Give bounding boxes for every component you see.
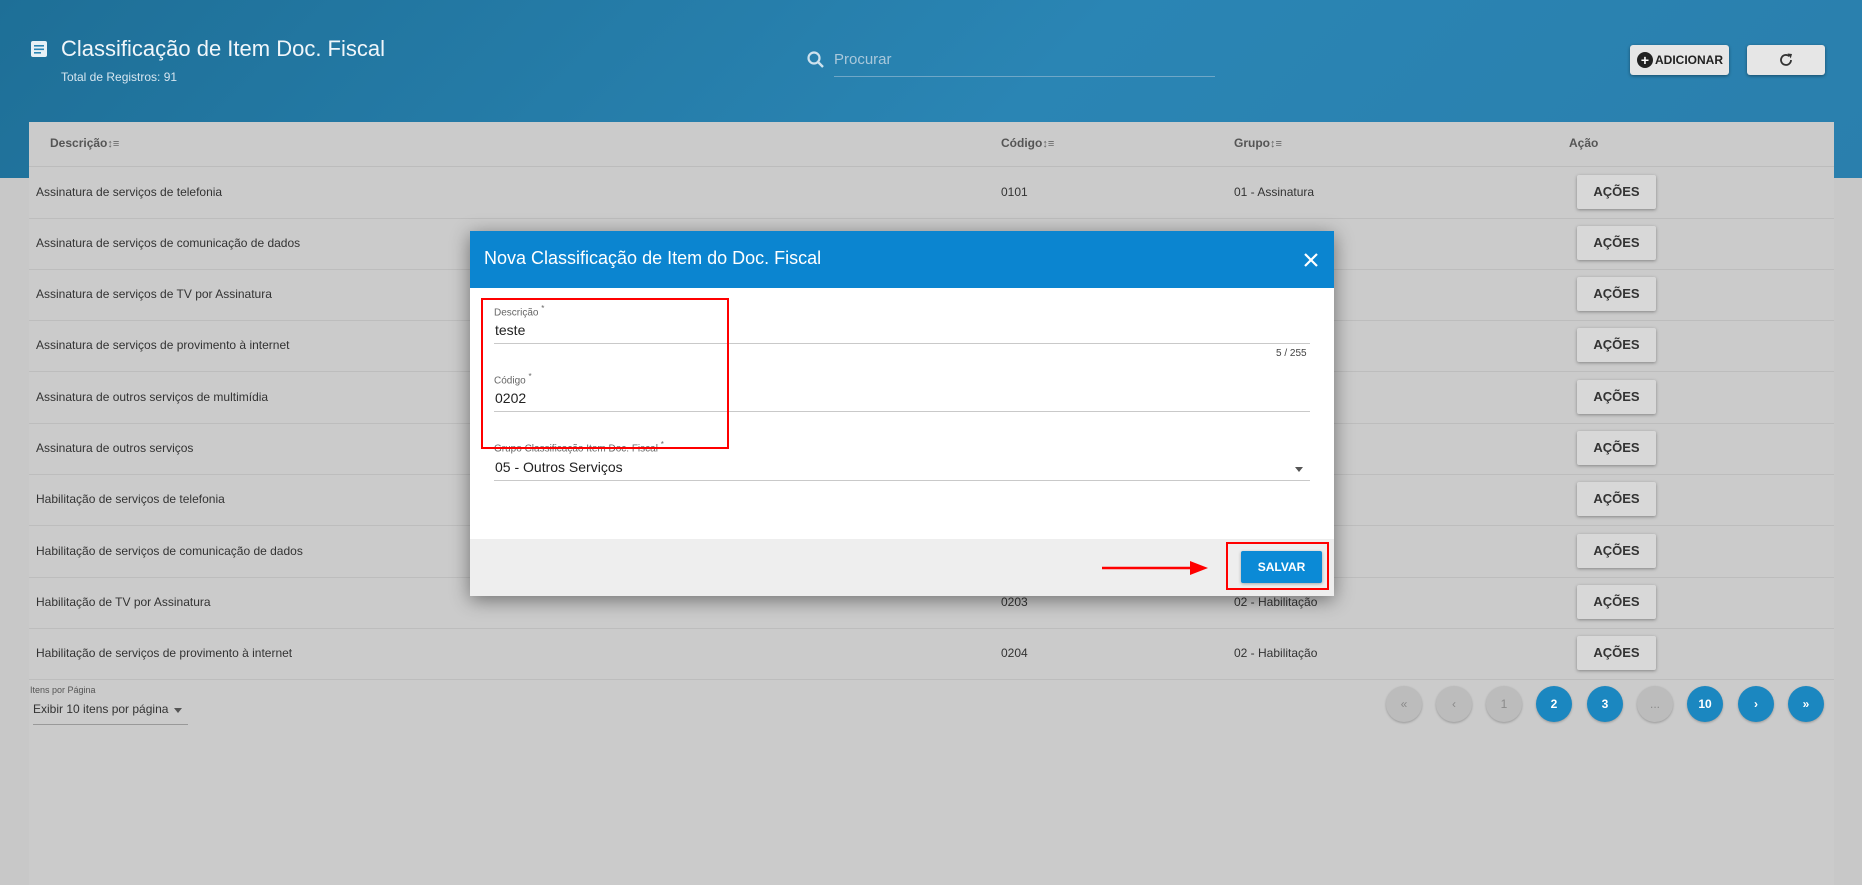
close-icon[interactable]	[1304, 253, 1318, 267]
add-button[interactable]: + ADICIONAR	[1630, 45, 1729, 75]
acoes-button[interactable]: AÇÕES	[1577, 431, 1656, 465]
acoes-button[interactable]: AÇÕES	[1577, 175, 1656, 209]
new-item-dialog: Nova Classificação de Item do Doc. Fisca…	[470, 231, 1334, 596]
sort-icon: ↕≡	[1042, 138, 1055, 150]
refresh-icon	[1780, 53, 1792, 66]
grupo-select[interactable]: 05 - Outros Serviços	[495, 459, 623, 475]
page-title: Classificação de Item Doc. Fiscal	[61, 36, 385, 61]
column-codigo[interactable]: Código↕≡	[1001, 136, 1054, 150]
plus-circle-icon: +	[1637, 52, 1653, 68]
acoes-button[interactable]: AÇÕES	[1577, 534, 1656, 568]
search-box[interactable]: Procurar	[806, 48, 1216, 78]
page-prev-button[interactable]: ‹	[1436, 686, 1472, 722]
fields-highlight-box	[481, 298, 729, 449]
dropdown-caret-icon	[174, 708, 182, 713]
dropdown-caret-icon[interactable]	[1295, 467, 1303, 472]
table-header: Descrição↕≡ Código↕≡ Grupo↕≡ Ação	[29, 122, 1834, 167]
sort-icon: ↕≡	[107, 138, 120, 150]
save-highlight-box	[1226, 542, 1329, 590]
acoes-button[interactable]: AÇÕES	[1577, 226, 1656, 260]
column-grupo[interactable]: Grupo↕≡	[1234, 136, 1282, 150]
page-last-button[interactable]: »	[1788, 686, 1824, 722]
acoes-button[interactable]: AÇÕES	[1577, 380, 1656, 414]
table-row: Assinatura de serviços de telefonia 0101…	[29, 167, 1834, 219]
page-3-button[interactable]: 3	[1587, 686, 1623, 722]
acoes-button[interactable]: AÇÕES	[1577, 482, 1656, 516]
table-row: Habilitação de serviços de provimento à …	[29, 628, 1834, 680]
arrow-annotation	[1102, 561, 1208, 575]
list-icon	[31, 41, 47, 57]
refresh-button[interactable]	[1747, 45, 1825, 75]
page-2-button[interactable]: 2	[1536, 686, 1572, 722]
total-records: Total de Registros: 91	[61, 70, 178, 84]
dialog-header: Nova Classificação de Item do Doc. Fisca…	[470, 231, 1334, 288]
acoes-button[interactable]: AÇÕES	[1577, 585, 1656, 619]
acoes-button[interactable]: AÇÕES	[1577, 636, 1656, 670]
page-first-button[interactable]: «	[1386, 686, 1422, 722]
page-ellipsis: ...	[1637, 686, 1673, 722]
page-next-button[interactable]: ›	[1738, 686, 1774, 722]
descricao-char-counter: 5 / 255	[1276, 348, 1307, 359]
search-icon	[807, 51, 824, 68]
grupo-underline	[494, 480, 1310, 481]
sort-icon: ↕≡	[1270, 138, 1282, 150]
acoes-button[interactable]: AÇÕES	[1577, 277, 1656, 311]
page-1-button[interactable]: 1	[1486, 686, 1522, 722]
items-per-page-label: Itens por Página	[30, 685, 96, 695]
items-per-page-select[interactable]: Exibir 10 itens por página	[33, 702, 188, 725]
add-button-label: ADICIONAR	[1655, 53, 1723, 67]
dialog-title: Nova Classificação de Item do Doc. Fisca…	[484, 248, 822, 268]
column-acao: Ação	[1569, 136, 1599, 150]
acoes-button[interactable]: AÇÕES	[1577, 328, 1656, 362]
page-10-button[interactable]: 10	[1687, 686, 1723, 722]
search-placeholder: Procurar	[834, 51, 892, 68]
column-descricao[interactable]: Descrição↕≡	[50, 136, 119, 150]
